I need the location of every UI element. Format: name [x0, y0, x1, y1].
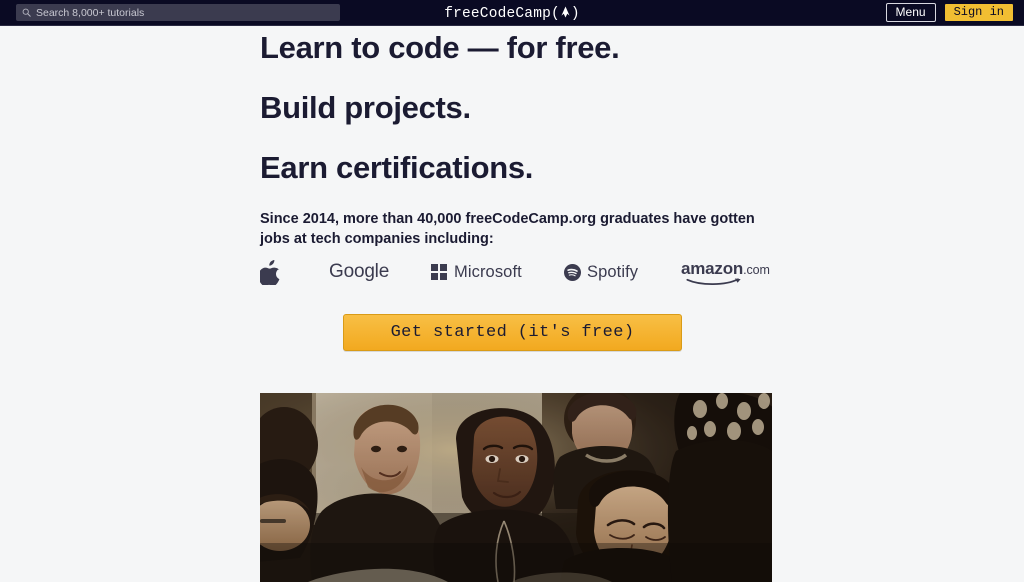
- company-logo-spotify-label: Spotify: [587, 262, 639, 281]
- brand-text-after: ): [570, 5, 580, 22]
- company-logo-amazon-tld: .com: [743, 263, 770, 277]
- apple-logo-icon: [260, 259, 281, 285]
- hero-photo: [260, 393, 772, 582]
- microsoft-squares-icon: [431, 264, 447, 280]
- hero-blurb: Since 2014, more than 40,000 freeCodeCam…: [260, 211, 755, 247]
- site-header: freeCodeCamp( ) Menu Sign in: [0, 0, 1024, 26]
- hero-headline-3: Earn certifications.: [260, 150, 534, 185]
- brand-text-before: freeCodeCamp(: [444, 5, 560, 22]
- company-logo-spotify: Spotify: [564, 256, 638, 288]
- company-logo-row: Google Microsoft Spotify amazon.com: [260, 256, 772, 288]
- spotify-logo-icon: [564, 263, 581, 281]
- get-started-button[interactable]: Get started (it's free): [343, 314, 682, 351]
- company-logo-microsoft-label: Microsoft: [454, 262, 522, 281]
- hero-headline-2: Build projects.: [260, 90, 471, 125]
- amazon-smile-icon: [683, 278, 745, 286]
- company-logo-google: Google: [329, 256, 389, 288]
- company-logo-apple: [260, 256, 281, 288]
- search-input[interactable]: [36, 6, 334, 19]
- company-logo-amazon-label: amazon: [681, 259, 744, 278]
- flame-icon: [560, 6, 571, 18]
- brand-logo-link[interactable]: freeCodeCamp( ): [444, 5, 580, 22]
- company-logo-microsoft: Microsoft: [431, 256, 522, 288]
- menu-button[interactable]: Menu: [885, 3, 936, 22]
- search-icon: [22, 8, 31, 17]
- main-content: Learn to code — for free. Build projects…: [0, 26, 1024, 582]
- header-actions: Menu Sign in: [885, 3, 1014, 22]
- signin-button[interactable]: Sign in: [943, 3, 1014, 22]
- company-logo-amazon: amazon.com: [681, 256, 770, 288]
- hero-headline-1: Learn to code — for free.: [260, 30, 620, 65]
- company-logo-google-label: Google: [329, 261, 390, 282]
- search-box[interactable]: [16, 4, 340, 21]
